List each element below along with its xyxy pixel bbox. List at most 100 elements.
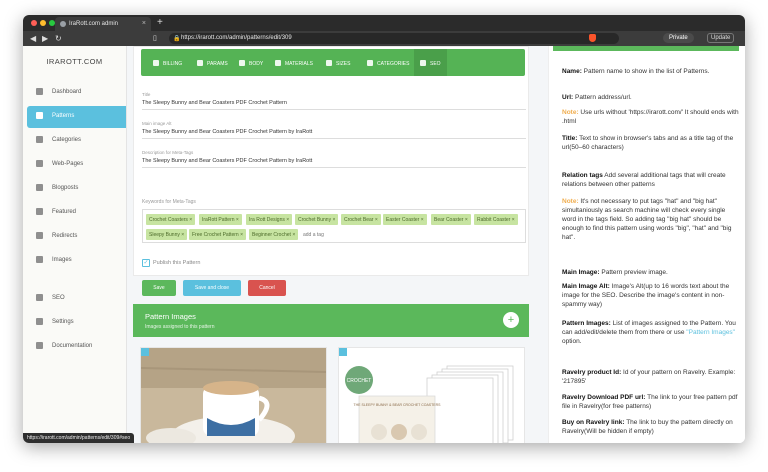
help-name: Name: Pattern name to show in the list o…: [562, 67, 740, 76]
pattern-images-link[interactable]: "Pattern Images": [686, 329, 735, 336]
sidebar-item-label: Categories: [52, 137, 82, 143]
keyword-text: Easter Coaster: [386, 217, 420, 223]
keyword-tag[interactable]: Ira Rott Designs ×: [246, 214, 293, 225]
status-url: https://irarott.com/admin/patterns/edit/…: [23, 433, 135, 443]
params-icon: [197, 60, 203, 66]
help-url-note: Note: Use urls without 'https://irarott.…: [562, 108, 740, 126]
private-badge[interactable]: Private: [663, 33, 694, 43]
forward-icon[interactable]: ▶: [42, 34, 48, 43]
help-term: Buy on Ravelry link:: [562, 419, 625, 426]
remove-tag-icon[interactable]: ×: [512, 217, 515, 223]
tab-label: PARAMS: [207, 61, 228, 67]
keyword-tag[interactable]: Free Crochet Pattern ×: [189, 229, 246, 240]
new-tab-button[interactable]: +: [157, 17, 163, 28]
keyword-text: Bear Coaster: [434, 217, 464, 223]
billing-icon: [153, 60, 159, 66]
image-thumbnail-coaster[interactable]: [140, 347, 327, 443]
remove-tag-icon[interactable]: ×: [465, 217, 468, 223]
help-term: Main Image:: [562, 269, 600, 276]
sidebar-item-blogposts[interactable]: Blogposts: [27, 178, 126, 200]
browser-tabbar: IraRott.com admin × +: [23, 15, 745, 31]
seo-tab-icon: [420, 60, 426, 66]
help-accent-bar: [553, 46, 739, 51]
sidebar-item-web-pages[interactable]: Web-Pages: [27, 154, 126, 176]
sidebar-item-featured[interactable]: Featured: [27, 202, 126, 224]
keyword-text: Crochet Coasters: [149, 217, 188, 223]
sidebar-item-dashboard[interactable]: Dashboard: [27, 82, 126, 104]
tab-body[interactable]: BODY: [239, 49, 263, 76]
note-label: Note:: [562, 198, 579, 205]
bookmark-icon[interactable]: ▯: [153, 34, 157, 42]
coaster-photo: [141, 348, 326, 443]
keyword-tag[interactable]: Rabbit Coaster ×: [474, 214, 518, 225]
featured-icon: [36, 208, 43, 215]
tab-label: MATERIALS: [285, 61, 313, 67]
save-and-close-button[interactable]: Save and close: [183, 280, 241, 296]
keywords-input[interactable]: Crochet Coasters × IraRott Pattern × Ira…: [142, 209, 526, 243]
reload-icon[interactable]: ↻: [55, 34, 62, 43]
body-icon: [239, 60, 245, 66]
publish-checkbox[interactable]: ✓: [142, 259, 150, 267]
form-tabs: BILLING PARAMS BODY MATERIALS SIZES CATE…: [141, 49, 525, 76]
title-input[interactable]: The Sleepy Bunny and Bear Coasters PDF C…: [142, 100, 526, 110]
close-tab-icon[interactable]: ×: [142, 20, 146, 27]
main-image-alt-label: Main image Alt: [142, 121, 172, 126]
remove-tag-icon[interactable]: ×: [286, 217, 289, 223]
note-label: Note:: [562, 109, 579, 116]
cancel-button[interactable]: Cancel: [248, 280, 286, 296]
help-url: Url: Pattern address/url.: [562, 93, 740, 102]
keyword-tag[interactable]: Crochet Coasters ×: [146, 214, 196, 225]
keyword-tag[interactable]: Beginner Crochet ×: [249, 229, 299, 240]
title-label: Title: [142, 92, 151, 97]
keyword-tag[interactable]: IraRott Pattern ×: [199, 214, 242, 225]
keyword-tag[interactable]: Sleepy Bunny ×: [146, 229, 188, 240]
sidebar-item-seo[interactable]: SEO: [27, 288, 126, 310]
remove-tag-icon[interactable]: ×: [240, 232, 243, 238]
private-label: Private: [669, 35, 688, 41]
keyword-text: Crochet Bunny: [298, 217, 332, 223]
browser-tab[interactable]: IraRott.com admin ×: [55, 17, 151, 31]
sidebar-item-label: Documentation: [52, 343, 93, 349]
site-logo[interactable]: IRAROTT.COM: [23, 46, 126, 80]
tab-label: SIZES: [336, 61, 351, 67]
tab-sizes[interactable]: SIZES: [326, 49, 350, 76]
sidebar-item-settings[interactable]: Settings: [27, 312, 126, 334]
tab-seo[interactable]: SEO: [414, 49, 447, 76]
address-bar[interactable]: 🔒 https://irarott.com/admin/patterns/edi…: [169, 33, 619, 44]
keyword-tag[interactable]: Bear Coaster ×: [431, 214, 471, 225]
browser-toolbar: ◀ ▶ ↻ ▯ 🔒 https://irarott.com/admin/patt…: [23, 31, 745, 46]
remove-tag-icon[interactable]: ×: [189, 217, 192, 223]
brave-shield-icon[interactable]: [589, 34, 596, 42]
description-input[interactable]: The Sleepy Bunny and Bear Coasters PDF C…: [142, 158, 526, 168]
remove-tag-icon[interactable]: ×: [375, 217, 378, 223]
remove-tag-icon[interactable]: ×: [421, 217, 424, 223]
sidebar-item-patterns[interactable]: Patterns: [27, 106, 126, 128]
save-button[interactable]: Save: [142, 280, 176, 296]
sidebar-item-images[interactable]: Images: [27, 250, 126, 272]
add-tag-input[interactable]: add a tag: [303, 232, 324, 238]
keyword-tag[interactable]: Crochet Bear ×: [341, 214, 381, 225]
remove-tag-icon[interactable]: ×: [332, 217, 335, 223]
tab-materials[interactable]: MATERIALS: [275, 49, 313, 76]
sidebar-item-categories[interactable]: Categories: [27, 130, 126, 152]
close-window-icon[interactable]: [31, 20, 37, 26]
sidebar-item-documentation[interactable]: Documentation: [27, 336, 126, 358]
main-image-alt-input[interactable]: The Sleepy Bunny and Bear Coasters PDF C…: [142, 129, 526, 139]
tab-billing[interactable]: BILLING: [153, 49, 182, 76]
image-thumbnail-pattern-pages[interactable]: CROCHET THE SLEEPY BUNNY & BEAR CROCHET …: [338, 347, 525, 443]
keyword-tag[interactable]: Crochet Bunny ×: [295, 214, 339, 225]
remove-tag-icon[interactable]: ×: [181, 232, 184, 238]
section-subtitle: Images assigned to this pattern: [145, 324, 215, 330]
tab-categories[interactable]: CATEGORIES: [367, 49, 409, 76]
tab-params[interactable]: PARAMS: [197, 49, 228, 76]
sidebar-item-label: Redirects: [52, 233, 78, 239]
update-button[interactable]: Update: [707, 33, 735, 43]
remove-tag-icon[interactable]: ×: [236, 217, 239, 223]
minimize-window-icon[interactable]: [40, 20, 46, 26]
keyword-tag[interactable]: Easter Coaster ×: [383, 214, 427, 225]
add-image-button[interactable]: +: [503, 312, 519, 328]
remove-tag-icon[interactable]: ×: [292, 232, 295, 238]
sidebar-item-redirects[interactable]: Redirects: [27, 226, 126, 248]
keyword-text: Sleepy Bunny: [149, 232, 180, 238]
back-icon[interactable]: ◀: [30, 34, 36, 43]
